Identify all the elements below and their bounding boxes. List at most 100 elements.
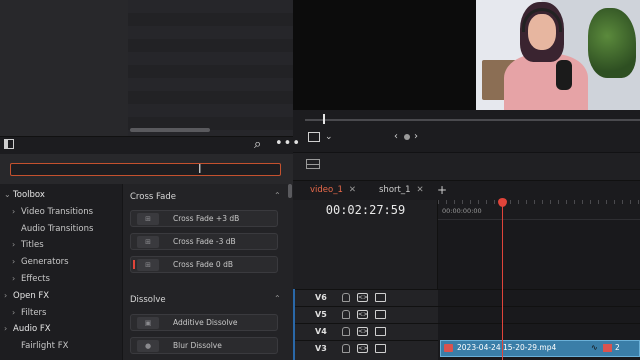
track-lane[interactable]	[438, 289, 640, 306]
fx-item-label: Blur Dissolve	[173, 341, 222, 350]
close-icon[interactable]: ✕	[349, 185, 356, 195]
media-grid[interactable]	[128, 0, 293, 136]
transition-thumb-icon: ⊞	[137, 213, 159, 225]
tree-item[interactable]: › Generators	[12, 257, 69, 267]
viewer-scrub-handle[interactable]	[323, 114, 325, 124]
chevron-right-icon[interactable]: ›	[4, 324, 13, 333]
transition-thumb-icon: ⊞	[137, 236, 159, 248]
track-header-v4[interactable]: V4 <>	[293, 323, 438, 340]
fx-item-cross-fade-plus3[interactable]: ⊞ Cross Fade +3 dB	[130, 210, 278, 227]
section-title-dissolve: Dissolve	[130, 295, 166, 305]
auto-select-icon[interactable]: <>	[357, 327, 368, 336]
droplet-icon: ●	[137, 340, 159, 352]
fx-item-cross-fade-0[interactable]: ⊞ Cross Fade 0 dB	[130, 256, 278, 273]
panel-toggle-icon[interactable]	[4, 139, 14, 149]
viewer-scrub-bar[interactable]	[305, 119, 640, 121]
tree-item[interactable]: › Titles	[12, 240, 44, 250]
tab-label: video_1	[310, 185, 343, 195]
tree-item[interactable]: › Video Transitions	[12, 207, 93, 217]
text-cursor-icon: I	[198, 162, 202, 176]
tree-item[interactable]: › Open FX	[4, 291, 49, 301]
track-name: V4	[315, 327, 327, 336]
tree-item-label: Effects	[21, 274, 50, 284]
timecode-display: 00:02:27:59	[325, 203, 406, 217]
tree-item[interactable]: Audio Transitions	[12, 224, 93, 234]
effects-list-scrollbar[interactable]	[288, 184, 292, 198]
section-title-cross-fade: Cross Fade	[130, 192, 176, 202]
track-header-v6[interactable]: V6 <>	[293, 289, 438, 306]
tree-item[interactable]: Fairlight FX	[12, 341, 68, 351]
clip-name: 2	[615, 343, 620, 352]
track-lane[interactable]	[438, 323, 640, 340]
timeline-toolbar	[293, 152, 640, 180]
fx-item-blur-dissolve[interactable]: ● Blur Dissolve	[130, 337, 278, 354]
track-name: V3	[315, 344, 327, 353]
media-pool-panel[interactable]	[0, 0, 128, 136]
chevron-right-icon[interactable]: ›	[12, 240, 21, 249]
next-frame-icon[interactable]: ›	[414, 131, 418, 143]
chevron-right-icon[interactable]: ›	[4, 291, 13, 300]
frame-dot-icon[interactable]	[404, 134, 410, 140]
track-selection-edge	[293, 289, 295, 360]
tree-item-label: Toolbox	[13, 190, 45, 200]
track-name: V5	[315, 310, 327, 319]
prev-frame-icon[interactable]: ‹	[394, 131, 398, 143]
tree-item[interactable]: ⌄ Toolbox	[4, 190, 45, 200]
effects-search-input[interactable]	[10, 163, 281, 176]
timeline-layout-icon[interactable]	[306, 159, 320, 169]
track-header-v3[interactable]: V3 <>	[293, 340, 438, 360]
webcam-overlay	[476, 0, 640, 110]
visibility-icon[interactable]	[375, 327, 386, 336]
visibility-icon[interactable]	[375, 344, 386, 353]
visibility-icon[interactable]	[375, 310, 386, 319]
fx-item-label: Cross Fade +3 dB	[173, 214, 240, 223]
more-icon[interactable]: •••	[275, 136, 301, 151]
auto-select-icon[interactable]: <>	[357, 293, 368, 302]
ruler-timecode: 00:00:00:00	[442, 207, 482, 215]
fx-item-label: Additive Dissolve	[173, 318, 238, 327]
speed-curve-icon: ∿	[591, 343, 598, 352]
tab-label: short_1	[379, 185, 411, 195]
chevron-right-icon[interactable]: ›	[12, 274, 21, 283]
tree-item-label: Generators	[21, 257, 69, 267]
auto-select-icon[interactable]: <>	[357, 310, 368, 319]
playhead-line[interactable]	[502, 200, 503, 360]
clip-name: 2023-04-24 15-20-29.mp4	[457, 343, 557, 352]
collapse-icon[interactable]: ⌃	[274, 294, 281, 303]
add-tab-button[interactable]: +	[437, 180, 447, 200]
search-icon[interactable]: ⌕	[254, 137, 261, 152]
tree-item[interactable]: › Filters	[12, 308, 46, 318]
tab-short-1[interactable]: short_1 ✕	[373, 180, 430, 200]
crop-icon[interactable]	[308, 132, 320, 142]
default-marker	[133, 260, 135, 269]
auto-select-icon[interactable]: <>	[357, 344, 368, 353]
fx-item-label: Cross Fade -3 dB	[173, 237, 236, 246]
close-icon[interactable]: ✕	[417, 185, 424, 195]
track-lane[interactable]	[438, 306, 640, 323]
tree-item[interactable]: › Effects	[12, 274, 50, 284]
fx-item-label: Cross Fade 0 dB	[173, 260, 233, 269]
resolve-window: ⌄ ‹ › ⌕ ••• I ⌄ Toolbox › Video Transitions…	[0, 0, 640, 360]
fx-item-additive-dissolve[interactable]: ▣ Additive Dissolve	[130, 314, 278, 331]
timeline-clip[interactable]: 2023-04-24 15-20-29.mp4 ∿ 2	[440, 340, 640, 357]
tree-item[interactable]: › Audio FX	[4, 324, 51, 334]
chevron-down-icon[interactable]: ⌄	[4, 190, 13, 199]
lock-icon[interactable]	[342, 344, 350, 353]
track-header-v5[interactable]: V5 <>	[293, 306, 438, 323]
fx-item-cross-fade-minus3[interactable]: ⊞ Cross Fade -3 dB	[130, 233, 278, 250]
media-grid-scrollbar[interactable]	[130, 128, 210, 132]
chevron-down-icon[interactable]: ⌄	[325, 131, 333, 143]
transition-thumb-icon: ⊞	[137, 259, 159, 271]
lock-icon[interactable]	[342, 310, 350, 319]
collapse-icon[interactable]: ⌃	[274, 191, 281, 200]
visibility-icon[interactable]	[375, 293, 386, 302]
chevron-right-icon[interactable]: ›	[12, 257, 21, 266]
chevron-right-icon[interactable]: ›	[12, 308, 21, 317]
lock-icon[interactable]	[342, 327, 350, 336]
tree-item-label: Audio FX	[13, 324, 51, 334]
clip-marker-icon	[603, 344, 612, 352]
tree-item-label: Open FX	[13, 291, 50, 301]
chevron-right-icon[interactable]: ›	[12, 207, 21, 216]
tab-video-1[interactable]: video_1 ✕	[304, 180, 362, 200]
lock-icon[interactable]	[342, 293, 350, 302]
